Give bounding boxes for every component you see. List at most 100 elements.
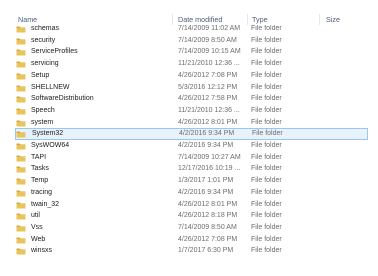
folder-icon (16, 224, 26, 232)
column-divider[interactable] (247, 14, 248, 25)
file-date-modified: 4/2/2016 9:34 PM (179, 130, 235, 138)
file-type: File folder (251, 177, 282, 185)
file-type: File folder (251, 83, 282, 91)
file-date-modified: 4/26/2012 8:01 PM (178, 118, 238, 126)
file-row[interactable]: SHELLNEW 5/3/2016 12:12 PM File folder (15, 82, 368, 94)
file-date-modified: 7/14/2009 10:27 AM (178, 153, 241, 161)
file-row[interactable]: Vss 7/14/2009 8:50 AM File folder (15, 222, 368, 234)
file-row[interactable]: SysWOW64 4/2/2016 9:34 PM File folder (15, 140, 368, 152)
folder-icon (16, 247, 26, 255)
file-date-modified: 7/14/2009 8:50 AM (178, 223, 237, 231)
folder-icon (16, 189, 26, 197)
folder-icon (16, 142, 26, 150)
column-header-type[interactable]: Type (252, 14, 268, 25)
file-name: SysWOW64 (31, 142, 70, 149)
folder-icon (16, 95, 26, 103)
folder-icon (16, 154, 26, 162)
file-row[interactable]: util 4/26/2012 8:18 PM File folder (15, 210, 368, 222)
file-list: schemas 7/14/2009 11:02 AM File folder secu… (0, 20, 378, 276)
folder-icon (16, 177, 26, 185)
folder-icon (16, 84, 26, 92)
file-type: File folder (251, 200, 282, 208)
file-date-modified: 4/26/2012 7:08 PM (178, 71, 238, 79)
file-date-modified: 1/7/2017 6:30 PM (178, 247, 234, 255)
file-row[interactable]: Speech 11/21/2010 12:36 ... File folder (15, 105, 368, 117)
file-type: File folder (251, 71, 282, 79)
file-type: File folder (252, 130, 283, 138)
column-divider[interactable] (319, 14, 320, 25)
file-row[interactable]: system 4/26/2012 8:01 PM File folder (15, 117, 368, 129)
file-name: Setup (31, 71, 50, 79)
file-date-modified: 4/26/2012 7:58 PM (178, 95, 238, 103)
folder-icon (16, 107, 26, 115)
file-name: System32 (32, 130, 64, 138)
file-name: ServiceProfiles (31, 48, 78, 56)
folder-icon (16, 48, 26, 56)
column-header-date-modified[interactable]: Date modified (178, 14, 222, 25)
column-header-size[interactable]: Size (326, 14, 340, 25)
file-name: Vss (31, 223, 43, 231)
file-row[interactable]: Web 4/26/2012 7:08 PM File folder (15, 234, 368, 246)
file-date-modified: 11/21/2010 12:36 ... (178, 60, 240, 68)
file-date-modified: 4/26/2012 8:01 PM (178, 200, 238, 208)
folder-icon (16, 130, 26, 138)
file-type: File folder (251, 118, 282, 126)
file-date-modified: 4/26/2012 8:18 PM (178, 212, 238, 220)
file-date-modified: 4/26/2012 7:08 PM (178, 235, 238, 243)
column-header: Name Date modified Type Size (0, 14, 378, 25)
file-row[interactable]: System32 4/2/2016 9:34 PM File folder (15, 128, 368, 141)
file-type: File folder (251, 165, 282, 173)
file-row[interactable]: tracing 4/2/2016 9:34 PM File folder (15, 187, 368, 199)
file-type: File folder (251, 142, 282, 149)
folder-icon (16, 119, 26, 127)
file-name: util (31, 212, 40, 220)
file-name: SHELLNEW (31, 83, 70, 91)
file-date-modified: 5/3/2016 12:12 PM (178, 83, 238, 91)
file-name: tracing (31, 188, 53, 196)
column-divider[interactable] (172, 14, 173, 25)
file-type: File folder (251, 48, 282, 56)
file-type: File folder (251, 60, 282, 68)
file-explorer: Name Date modified Type Size schemas 7/14… (0, 0, 378, 276)
file-type: File folder (251, 153, 282, 161)
file-name: Speech (31, 106, 55, 114)
file-row[interactable]: Setup 4/26/2012 7:08 PM File folder (15, 70, 368, 82)
file-row[interactable]: ServiceProfiles 7/14/2009 10:15 AM File fo… (15, 46, 368, 58)
file-row[interactable]: twain_32 4/26/2012 8:01 PM File folder (15, 199, 368, 211)
file-name: Web (31, 235, 46, 243)
file-name: TAPI (31, 153, 47, 161)
folder-icon (16, 25, 26, 33)
file-row[interactable]: Temp 1/3/2017 1:01 PM File folder (15, 175, 368, 187)
file-type: File folder (251, 188, 282, 196)
file-type: File folder (251, 36, 282, 44)
file-date-modified: 4/2/2016 9:34 PM (178, 188, 234, 196)
folder-icon (16, 72, 26, 80)
folder-icon (16, 201, 26, 209)
column-header-name[interactable]: Name (18, 14, 37, 25)
file-date-modified: 7/14/2009 10:15 AM (178, 48, 241, 56)
file-row[interactable]: Tasks 12/17/2016 10:19 ... File folder (15, 163, 368, 175)
file-type: File folder (251, 95, 282, 103)
folder-icon (16, 212, 26, 220)
folder-icon (16, 37, 26, 45)
file-date-modified: 7/14/2009 8:50 AM (178, 36, 237, 44)
file-name: Tasks (31, 165, 49, 173)
file-date-modified: 1/3/2017 1:01 PM (178, 177, 234, 185)
folder-icon (16, 236, 26, 244)
file-type: File folder (251, 106, 282, 114)
file-name: security (31, 36, 56, 44)
file-date-modified: 4/2/2016 9:34 PM (178, 142, 234, 149)
file-date-modified: 12/17/2016 10:19 ... (178, 165, 241, 173)
file-name: servicing (31, 60, 59, 68)
file-name: winsxs (31, 247, 53, 255)
file-row[interactable]: SoftwareDistribution 4/26/2012 7:58 PM Fil… (15, 93, 368, 105)
file-name: system (31, 118, 54, 126)
folder-icon (16, 165, 26, 173)
file-row[interactable]: servicing 11/21/2010 12:36 ... File folder (15, 58, 368, 70)
file-row[interactable]: TAPI 7/14/2009 10:27 AM File folder (15, 152, 368, 164)
file-date-modified: 11/21/2010 12:36 ... (178, 106, 240, 114)
file-row[interactable]: security 7/14/2009 8:50 AM File folder (15, 35, 368, 47)
file-name: Temp (31, 177, 49, 185)
file-row[interactable]: winsxs 1/7/2017 6:30 PM File folder (15, 245, 368, 257)
file-type: File folder (251, 223, 282, 231)
